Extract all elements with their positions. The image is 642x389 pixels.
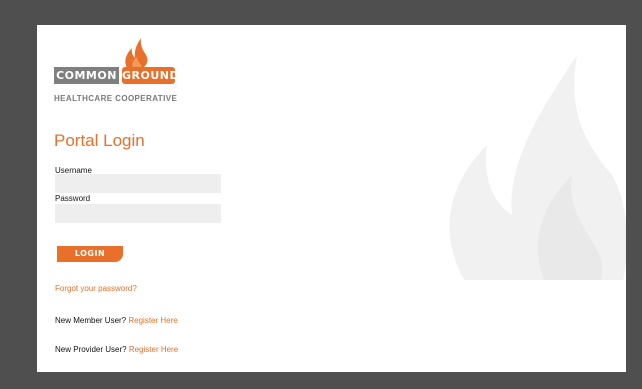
page-title: Portal Login (54, 131, 145, 150)
logo-word-ground: GROUND (122, 67, 180, 84)
login-panel: COMMON GROUND HEALTHCARE COOPERATIVE Por… (37, 25, 626, 372)
flame-watermark-icon (449, 55, 626, 280)
logo-subtitle: HEALTHCARE COOPERATIVE (54, 94, 178, 103)
provider-register-line: New Provider User? Register Here (55, 345, 178, 354)
login-button[interactable]: LOGIN (57, 246, 123, 262)
provider-register-link[interactable]: Register Here (129, 345, 178, 354)
forgot-password-link[interactable]: Forgot your password? (55, 284, 137, 293)
provider-register-prompt: New Provider User? (55, 345, 127, 354)
logo-word-common: COMMON (54, 67, 119, 84)
member-register-prompt: New Member User? (55, 316, 127, 325)
username-field[interactable] (55, 174, 221, 193)
flame-icon (125, 38, 148, 68)
member-register-line: New Member User? Register Here (55, 316, 178, 325)
password-label: Password (55, 194, 91, 203)
password-field[interactable] (55, 204, 221, 223)
page-frame: COMMON GROUND HEALTHCARE COOPERATIVE Por… (0, 0, 642, 389)
member-register-link[interactable]: Register Here (128, 316, 177, 325)
company-logo: COMMON GROUND HEALTHCARE COOPERATIVE (54, 38, 214, 113)
